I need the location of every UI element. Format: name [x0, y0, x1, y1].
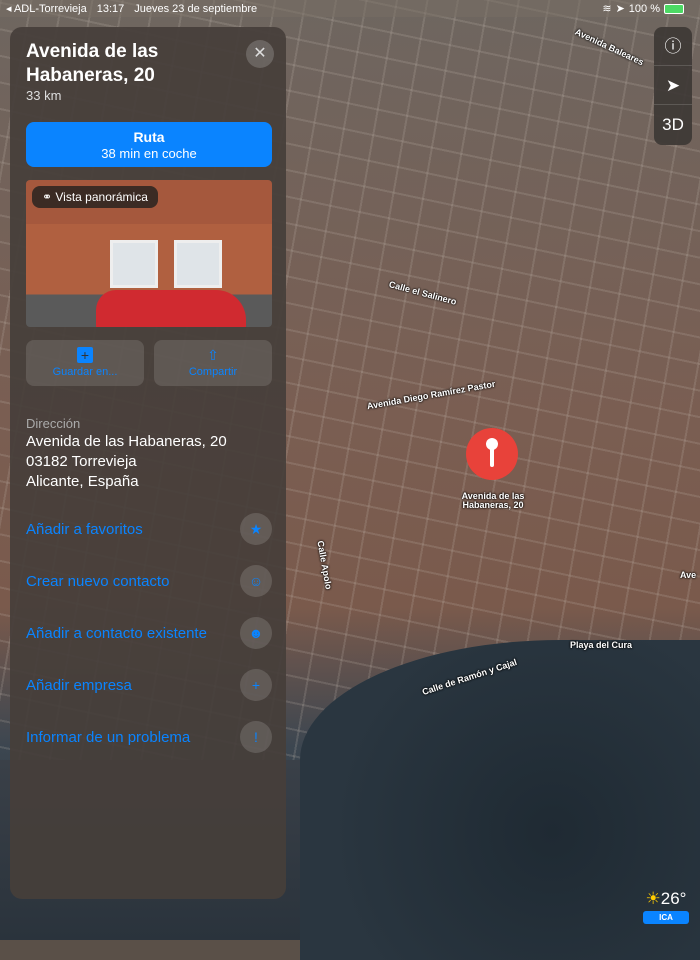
- sea: [300, 640, 700, 960]
- temperature: 26°: [660, 889, 687, 908]
- route-label: Ruta: [133, 129, 165, 145]
- wifi-icon: ≋: [602, 3, 612, 15]
- map-label: Ave: [680, 570, 697, 580]
- save-button[interactable]: + Guardar en...: [26, 340, 144, 386]
- route-detail: 38 min en coche: [101, 146, 197, 161]
- new-contact-row[interactable]: Crear nuevo contacto ☺: [26, 565, 272, 597]
- add-business-row[interactable]: Añadir empresa +: [26, 669, 272, 701]
- share-button[interactable]: ⇧ Compartir: [154, 340, 272, 386]
- air-quality-badge: ICA: [643, 911, 689, 924]
- place-card: Avenida de las Habaneras, 20 33 km ✕ Rut…: [10, 27, 286, 899]
- route-button[interactable]: Ruta 38 min en coche: [26, 122, 272, 167]
- map-controls: ⓘ ➤ 3D: [654, 27, 692, 145]
- window: [174, 240, 222, 288]
- report-problem-row[interactable]: Informar de un problema!: [26, 721, 272, 753]
- plus-icon: +: [240, 669, 272, 701]
- battery-icon: [664, 4, 684, 15]
- lookaround-button[interactable]: ⚭ Vista panorámica: [32, 186, 158, 208]
- row-label: Añadir a favoritos: [26, 520, 143, 538]
- map-label: Avenida de las Habaneras, 20: [461, 491, 525, 510]
- map-label: Playa del Cura: [570, 640, 633, 650]
- sun-icon: ☀: [645, 889, 661, 908]
- address-line: Alicante, España: [26, 473, 139, 490]
- map-label: Calle Apolo: [315, 539, 334, 591]
- info-button[interactable]: ⓘ: [654, 27, 692, 66]
- location-pin[interactable]: [466, 428, 518, 480]
- time: 13:17: [96, 3, 125, 15]
- save-label: Guardar en...: [52, 366, 118, 378]
- close-icon: ✕: [253, 45, 267, 62]
- window: [110, 240, 158, 288]
- plus-square-icon: +: [77, 347, 93, 363]
- star-icon: ★: [240, 513, 272, 545]
- row-label: Informar de un problema: [26, 728, 191, 746]
- binoculars-icon: ⚭: [42, 190, 56, 204]
- report-icon: !: [240, 721, 272, 753]
- battery-percent: 100 %: [628, 3, 660, 15]
- date: Jueves 23 de septiembre: [134, 3, 258, 15]
- status-bar: ◂ ADL-Torrevieja 13:17 Jueves 23 de septie…: [0, 0, 700, 17]
- place-distance: 33 km: [26, 88, 62, 103]
- lookaround-photo[interactable]: ⚭ Vista panorámica: [26, 180, 272, 327]
- share-icon: ⇧: [207, 347, 219, 363]
- place-title: Avenida de las Habaneras, 20: [26, 41, 159, 86]
- close-button[interactable]: ✕: [246, 40, 274, 68]
- contact-add-icon: ☻: [240, 617, 272, 649]
- share-label: Compartir: [188, 366, 238, 378]
- map-label: Avenida Baleares: [573, 26, 646, 68]
- back-to-app[interactable]: ◂ ADL-Torrevieja: [6, 3, 87, 15]
- address-line: Avenida de las Habaneras, 20: [26, 433, 227, 450]
- location-icon: ➤: [615, 3, 625, 15]
- map-label: Avenida Diego Ramírez Pastor: [366, 378, 497, 412]
- row-label: Añadir empresa: [26, 676, 132, 694]
- address: Avenida de las Habaneras, 20 03182 Torre…: [26, 432, 227, 492]
- car: [96, 290, 246, 327]
- address-line: 03182 Torrevieja: [26, 453, 137, 470]
- add-favorite-row[interactable]: Añadir a favoritos ★: [26, 513, 272, 545]
- 3d-button[interactable]: 3D: [654, 105, 692, 144]
- lookaround-label: Vista panorámica: [55, 190, 148, 204]
- row-label: Crear nuevo contacto: [26, 572, 170, 590]
- existing-contact-row[interactable]: Añadir a contacto existente ☻: [26, 617, 272, 649]
- row-label: Añadir a contacto existente: [26, 624, 207, 642]
- contact-icon: ☺: [240, 565, 272, 597]
- address-label: Dirección: [26, 416, 81, 431]
- locate-button[interactable]: ➤: [654, 66, 692, 105]
- weather-widget[interactable]: ☀26° ICA: [643, 889, 689, 924]
- map-label: Calle el Salinero: [387, 279, 458, 307]
